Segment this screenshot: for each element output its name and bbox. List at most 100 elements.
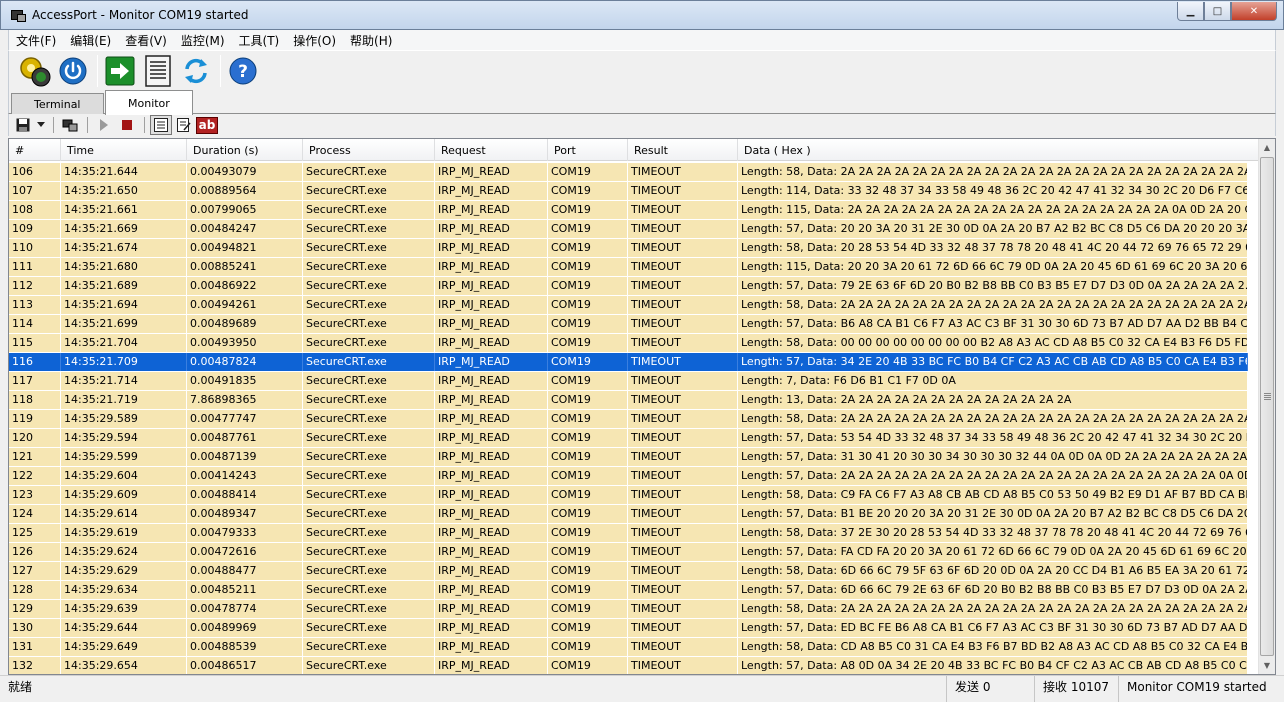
cell-number: 107 bbox=[9, 182, 61, 200]
cell-duration: 0.00487824 bbox=[187, 353, 303, 371]
cell-duration: 0.00486517 bbox=[187, 657, 303, 674]
table-row[interactable]: 132 14:35:29.654 0.00486517 SecureCRT.exe IR… bbox=[9, 657, 1248, 674]
cell-duration: 0.00491835 bbox=[187, 372, 303, 390]
table-row[interactable]: 122 14:35:29.604 0.00414243 SecureCRT.exe IR… bbox=[9, 467, 1248, 486]
save-dropdown[interactable] bbox=[35, 115, 47, 135]
table-row[interactable]: 128 14:35:29.634 0.00485211 SecureCRT.exe IR… bbox=[9, 581, 1248, 600]
table-row[interactable]: 116 14:35:21.709 0.00487824 SecureCRT.exe IR… bbox=[9, 353, 1248, 372]
table-row[interactable]: 127 14:35:29.629 0.00488477 SecureCRT.exe IR… bbox=[9, 562, 1248, 581]
table-row[interactable]: 123 14:35:29.609 0.00488414 SecureCRT.exe IR… bbox=[9, 486, 1248, 505]
cell-port: COM19 bbox=[548, 220, 628, 238]
scroll-down-arrow[interactable]: ▼ bbox=[1259, 657, 1275, 674]
send-button[interactable] bbox=[102, 53, 138, 89]
cell-data: Length: 57, Data: 2A 2A 2A 2A 2A 2A 2A 2… bbox=[738, 467, 1248, 485]
cell-number: 120 bbox=[9, 429, 61, 447]
menu-view[interactable]: 查看(V) bbox=[118, 32, 174, 49]
cell-time: 14:35:21.704 bbox=[61, 334, 187, 352]
document-button[interactable] bbox=[140, 53, 176, 89]
floppy-disk-icon bbox=[16, 118, 30, 132]
cell-port: COM19 bbox=[548, 296, 628, 314]
table-row[interactable]: 108 14:35:21.661 0.00799065 SecureCRT.exe IR… bbox=[9, 201, 1248, 220]
maximize-button[interactable]: □ bbox=[1204, 2, 1231, 21]
cell-number: 129 bbox=[9, 600, 61, 618]
cell-data: Length: 57, Data: 6D 66 6C 79 2E 63 6F 6… bbox=[738, 581, 1248, 599]
table-row[interactable]: 125 14:35:29.619 0.00479333 SecureCRT.exe IR… bbox=[9, 524, 1248, 543]
table-row[interactable]: 117 14:35:21.714 0.00491835 SecureCRT.exe IR… bbox=[9, 372, 1248, 391]
edit-view-button[interactable] bbox=[173, 115, 195, 135]
table-row[interactable]: 106 14:35:21.644 0.00493079 SecureCRT.exe IR… bbox=[9, 163, 1248, 182]
cell-duration: 0.00494821 bbox=[187, 239, 303, 257]
table-row[interactable]: 112 14:35:21.689 0.00486922 SecureCRT.exe IR… bbox=[9, 277, 1248, 296]
cell-number: 124 bbox=[9, 505, 61, 523]
cell-process: SecureCRT.exe bbox=[303, 486, 435, 504]
cell-port: COM19 bbox=[548, 543, 628, 561]
scroll-up-arrow[interactable]: ▲ bbox=[1259, 139, 1275, 156]
menu-help[interactable]: 帮助(H) bbox=[343, 32, 399, 49]
cell-process: SecureCRT.exe bbox=[303, 467, 435, 485]
connect-button[interactable] bbox=[17, 53, 53, 89]
scroll-thumb[interactable] bbox=[1260, 157, 1274, 656]
column-header-duration[interactable]: Duration (s) bbox=[187, 139, 303, 161]
menu-edit[interactable]: 编辑(E) bbox=[63, 32, 118, 49]
tab-terminal[interactable]: Terminal bbox=[11, 93, 104, 114]
cell-data: Length: 57, Data: B6 A8 CA B1 C6 F7 A3 A… bbox=[738, 315, 1248, 333]
port-button[interactable] bbox=[59, 115, 81, 135]
cell-duration: 0.00889564 bbox=[187, 182, 303, 200]
table-row[interactable]: 111 14:35:21.680 0.00885241 SecureCRT.exe IR… bbox=[9, 258, 1248, 277]
start-button[interactable] bbox=[93, 115, 115, 135]
table-row[interactable]: 120 14:35:29.594 0.00487761 SecureCRT.exe IR… bbox=[9, 429, 1248, 448]
cell-port: COM19 bbox=[548, 486, 628, 504]
cell-data: Length: 58, Data: 20 28 53 54 4D 33 32 4… bbox=[738, 239, 1248, 257]
table-row[interactable]: 107 14:35:21.650 0.00889564 SecureCRT.exe IR… bbox=[9, 182, 1248, 201]
table-row[interactable]: 126 14:35:29.624 0.00472616 SecureCRT.exe IR… bbox=[9, 543, 1248, 562]
close-button[interactable]: ✕ bbox=[1231, 2, 1277, 21]
minimize-button[interactable]: ▁ bbox=[1177, 2, 1204, 21]
status-received: 接收 10107 bbox=[1034, 676, 1118, 702]
table-row[interactable]: 114 14:35:21.699 0.00489689 SecureCRT.exe IR… bbox=[9, 315, 1248, 334]
cell-time: 14:35:21.644 bbox=[61, 163, 187, 181]
table-row[interactable]: 119 14:35:29.589 0.00477747 SecureCRT.exe IR… bbox=[9, 410, 1248, 429]
table-row[interactable]: 124 14:35:29.614 0.00489347 SecureCRT.exe IR… bbox=[9, 505, 1248, 524]
cell-time: 14:35:29.639 bbox=[61, 600, 187, 618]
column-header-data[interactable]: Data ( Hex ) bbox=[738, 139, 1260, 161]
column-header-time[interactable]: Time bbox=[61, 139, 187, 161]
table-row[interactable]: 109 14:35:21.669 0.00484247 SecureCRT.exe IR… bbox=[9, 220, 1248, 239]
refresh-button[interactable] bbox=[178, 53, 214, 89]
ascii-view-button[interactable]: ab bbox=[195, 115, 219, 135]
column-header-port[interactable]: Port bbox=[548, 139, 628, 161]
cell-result: TIMEOUT bbox=[628, 220, 738, 238]
cell-data: Length: 57, Data: 31 30 41 20 30 30 34 3… bbox=[738, 448, 1248, 466]
column-header-number[interactable]: # bbox=[9, 139, 61, 161]
cell-time: 14:35:21.661 bbox=[61, 201, 187, 219]
list-view-icon bbox=[154, 118, 168, 132]
table-row[interactable]: 129 14:35:29.639 0.00478774 SecureCRT.exe IR… bbox=[9, 600, 1248, 619]
menu-tools[interactable]: 工具(T) bbox=[232, 32, 287, 49]
stop-button[interactable] bbox=[116, 115, 138, 135]
menu-monitor[interactable]: 监控(M) bbox=[174, 32, 232, 49]
cell-process: SecureCRT.exe bbox=[303, 163, 435, 181]
cell-port: COM19 bbox=[548, 163, 628, 181]
table-row[interactable]: 113 14:35:21.694 0.00494261 SecureCRT.exe IR… bbox=[9, 296, 1248, 315]
table-row[interactable]: 115 14:35:21.704 0.00493950 SecureCRT.exe IR… bbox=[9, 334, 1248, 353]
tab-monitor[interactable]: Monitor bbox=[105, 90, 193, 115]
power-button[interactable] bbox=[55, 53, 91, 89]
cell-time: 14:35:29.609 bbox=[61, 486, 187, 504]
cell-data: Length: 57, Data: 20 20 3A 20 31 2E 30 0… bbox=[738, 220, 1248, 238]
menu-operation[interactable]: 操作(O) bbox=[286, 32, 343, 49]
column-header-result[interactable]: Result bbox=[628, 139, 738, 161]
table-row[interactable]: 118 14:35:21.719 7.86898365 SecureCRT.exe IR… bbox=[9, 391, 1248, 410]
help-button[interactable]: ? bbox=[225, 53, 261, 89]
column-header-request[interactable]: Request bbox=[435, 139, 548, 161]
menu-file[interactable]: 文件(F) bbox=[9, 32, 63, 49]
save-button[interactable] bbox=[12, 115, 34, 135]
cell-duration: 0.00885241 bbox=[187, 258, 303, 276]
tab-strip: Terminal Monitor bbox=[8, 90, 1276, 115]
table-row[interactable]: 131 14:35:29.649 0.00488539 SecureCRT.exe IR… bbox=[9, 638, 1248, 657]
table-row[interactable]: 130 14:35:29.644 0.00489969 SecureCRT.exe IR… bbox=[9, 619, 1248, 638]
table-row[interactable]: 121 14:35:29.599 0.00487139 SecureCRT.exe IR… bbox=[9, 448, 1248, 467]
column-header-process[interactable]: Process bbox=[303, 139, 435, 161]
vertical-scrollbar[interactable]: ▲ ▼ bbox=[1258, 139, 1275, 674]
list-view-button[interactable] bbox=[150, 115, 172, 135]
table-row[interactable]: 110 14:35:21.674 0.00494821 SecureCRT.exe IR… bbox=[9, 239, 1248, 258]
cell-result: TIMEOUT bbox=[628, 334, 738, 352]
